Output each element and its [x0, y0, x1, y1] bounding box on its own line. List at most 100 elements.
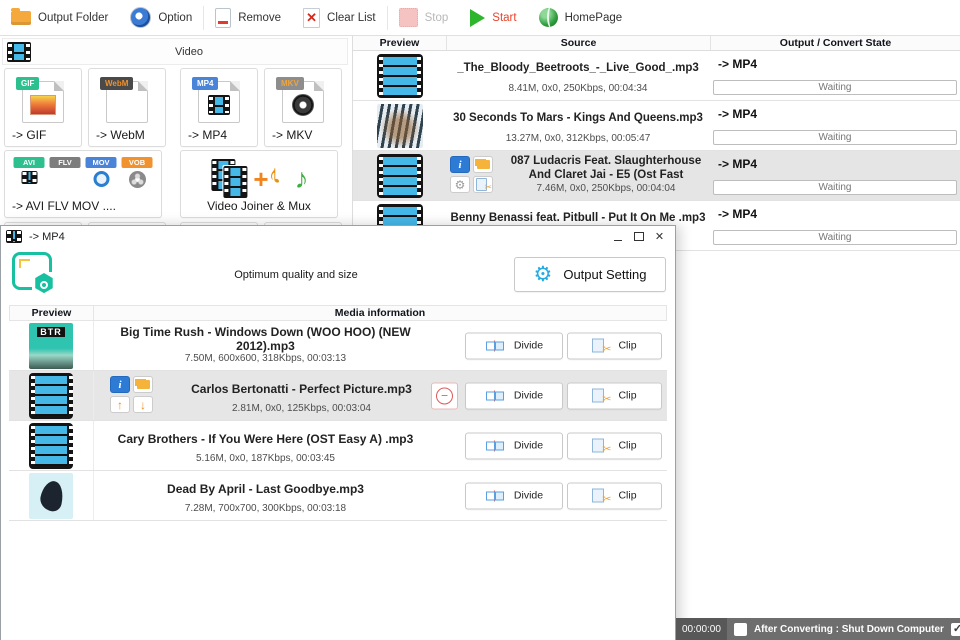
start-button[interactable]: Start	[459, 0, 527, 35]
clip-button[interactable]: Clip	[567, 482, 662, 509]
media-list-item[interactable]: Carlos Bertonatti - Perfect Picture.mp3 …	[9, 371, 667, 421]
file-page-icon: MP4	[198, 81, 240, 123]
quicktime-icon	[93, 171, 109, 187]
move-up-icon[interactable]	[110, 396, 130, 413]
gear-icon	[534, 262, 553, 287]
table-row[interactable]: 30 Seconds To Mars - Kings And Queens.mp…	[353, 101, 960, 151]
mp4-badge: MP4	[192, 77, 218, 90]
minimize-button[interactable]	[607, 228, 628, 246]
divide-button[interactable]: Divide	[465, 382, 563, 409]
gear-icon[interactable]	[450, 176, 470, 193]
column-header-media-info: Media information	[94, 306, 666, 320]
output-folder-button[interactable]: Output Folder	[0, 0, 119, 35]
film-strip-icon	[208, 95, 230, 115]
output-format-label: -> MP4	[718, 57, 958, 71]
preview-cell	[9, 471, 94, 520]
format-button-mkv[interactable]: MKV -> MKV	[264, 68, 342, 147]
clear-list-button[interactable]: Clear List	[292, 0, 387, 35]
info-icon[interactable]	[110, 376, 130, 393]
close-button[interactable]	[649, 228, 670, 246]
output-format-label: -> MP4	[718, 107, 958, 121]
media-preview	[377, 154, 423, 198]
divide-button[interactable]: Divide	[465, 332, 563, 359]
gear-icon	[130, 7, 151, 28]
gif-badge: GIF	[16, 77, 39, 90]
convert-state-label: Waiting	[819, 182, 852, 193]
format-button-mp4[interactable]: MP4 -> MP4	[180, 68, 258, 147]
file-page-icon: MKV	[282, 81, 324, 123]
file-name: Big Time Rush - Windows Down (WOO HOO) (…	[102, 325, 429, 353]
folder-icon	[11, 11, 31, 25]
info-icon[interactable]	[450, 156, 470, 173]
format-button-webm[interactable]: WebM -> WebM	[88, 68, 166, 147]
option-button[interactable]: Option	[119, 0, 203, 35]
file-name: Carlos Bertonatti - Perfect Picture.mp3	[174, 375, 429, 403]
output-setting-button[interactable]: Output Setting	[514, 257, 666, 292]
shutdown-checkbox[interactable]	[734, 623, 747, 636]
clip-button[interactable]: Clip	[567, 382, 662, 409]
preview-cell	[353, 51, 446, 100]
media-list-item[interactable]: Dead By April - Last Goodbye.mp3 7.28M, …	[9, 471, 667, 521]
disc-icon	[292, 94, 314, 116]
maximize-button[interactable]	[628, 228, 649, 246]
table-row[interactable]: 087 Ludacris Feat. Slaughterhouse And Cl…	[353, 151, 960, 201]
format-button-gif[interactable]: GIF -> GIF	[4, 68, 82, 147]
move-down-icon[interactable]	[133, 396, 153, 413]
queue-table-header: Preview Source Output / Convert State	[353, 35, 960, 51]
queue-rows: _The_Bloody_Beetroots_-_Live_Good_.mp3 8…	[353, 51, 960, 251]
format-button-avi-flv-mov[interactable]: AVI FLV MOV VOB -> AVI FLV MOV ....	[4, 150, 162, 218]
plus-icon: +	[253, 168, 268, 190]
divide-button[interactable]: Divide	[465, 482, 563, 509]
output-profile-icon: ⬢	[12, 252, 52, 290]
complete-notify-checkbox[interactable]	[951, 623, 960, 636]
preview-cell	[9, 371, 94, 420]
media-list-item[interactable]: Cary Brothers - If You Were Here (OST Ea…	[9, 421, 667, 471]
output-format-label: -> MP4	[718, 157, 958, 171]
file-meta: 13.27M, 0x0, 312Kbps, 00:05:47	[448, 133, 708, 147]
dialog-header: ⬢ Optimum quality and size Output Settin…	[1, 247, 675, 305]
file-meta: 8.41M, 0x0, 250Kbps, 00:04:34	[448, 83, 708, 97]
file-page-icon: WebM	[106, 81, 148, 123]
media-list-item[interactable]: BTR Big Time Rush - Windows Down (WOO HO…	[9, 321, 667, 371]
webm-badge: WebM	[100, 77, 133, 90]
source-cell: 30 Seconds To Mars - Kings And Queens.mp…	[446, 101, 710, 150]
clip-label: Clip	[618, 390, 636, 402]
status-bar: 00:00:00 After Converting : Shut Down Co…	[676, 618, 960, 640]
quality-subtitle: Optimum quality and size	[151, 269, 441, 281]
dialog-titlebar[interactable]: -> MP4	[1, 226, 675, 247]
divide-icon	[485, 390, 505, 401]
table-row[interactable]: _The_Bloody_Beetroots_-_Live_Good_.mp3 8…	[353, 51, 960, 101]
format-label: -> GIF	[12, 128, 46, 142]
window-controls	[607, 228, 670, 246]
folder-icon[interactable]	[133, 376, 153, 393]
clip-button[interactable]: Clip	[567, 332, 662, 359]
dialog-media-table: Preview Media information BTR Big Time R…	[9, 305, 667, 521]
file-meta: 7.28M, 700x700, 300Kbps, 00:03:18	[102, 503, 429, 517]
clip-label: Clip	[618, 340, 636, 352]
remove-button[interactable]: Remove	[204, 0, 292, 35]
homepage-button[interactable]: HomePage	[528, 0, 634, 35]
convert-progress-bar: Waiting	[713, 80, 957, 95]
clip-button[interactable]: Clip	[567, 432, 662, 459]
format-label: -> AVI FLV MOV ....	[12, 199, 116, 213]
scissors-icon	[592, 439, 609, 453]
folder-icon[interactable]	[473, 156, 493, 173]
output-cell: -> MP4 Waiting	[710, 101, 960, 150]
divide-label: Divide	[514, 390, 543, 402]
homepage-label: HomePage	[565, 12, 623, 24]
clip-label: Clip	[618, 490, 636, 502]
multi-format-icons: AVI FLV MOV VOB	[13, 157, 154, 193]
clip-icon[interactable]	[473, 176, 493, 193]
file-meta: 2.81M, 0x0, 125Kbps, 00:03:04	[174, 403, 429, 417]
scissors-icon	[592, 339, 609, 353]
convert-state-label: Waiting	[819, 82, 852, 93]
remove-item-button[interactable]	[431, 382, 458, 409]
stop-button[interactable]: Stop	[388, 0, 460, 35]
avi-file-icon: AVI	[13, 157, 46, 193]
divide-button[interactable]: Divide	[465, 432, 563, 459]
mkv-badge: MKV	[276, 77, 304, 90]
video-joiner-button[interactable]: + ♪♪ Video Joiner & Mux	[180, 150, 338, 218]
format-sidebar: Video GIF -> GIF WebM -> WebM MP4 -> MP4…	[0, 35, 352, 230]
video-section-header[interactable]: Video	[2, 38, 348, 65]
column-header-preview: Preview	[353, 35, 447, 50]
